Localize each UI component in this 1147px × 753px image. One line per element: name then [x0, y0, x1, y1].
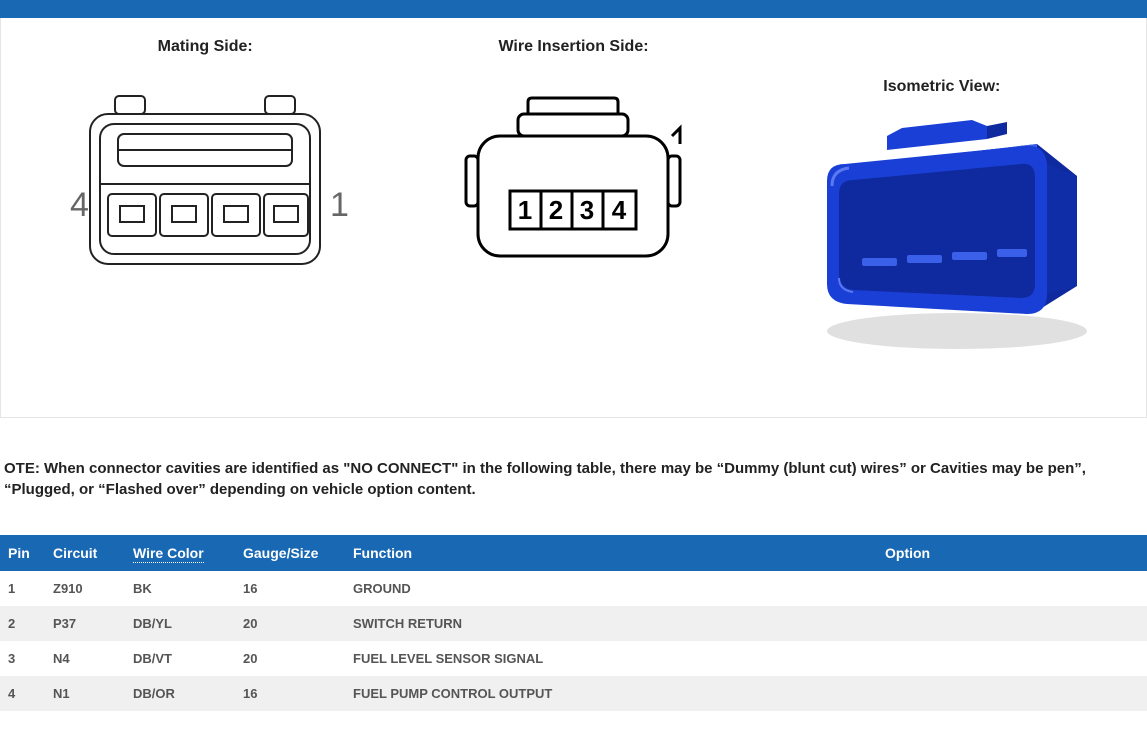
cell-circuit: N4 — [45, 641, 125, 676]
cell-pin: 1 — [0, 571, 45, 606]
header-wire-color[interactable]: Wire Color — [125, 535, 235, 571]
insertion-pin-2: 2 — [549, 195, 563, 225]
cell-function: SWITCH RETURN — [345, 606, 877, 641]
cell-wire-color: BK — [125, 571, 235, 606]
cell-pin: 3 — [0, 641, 45, 676]
pinout-table: Pin Circuit Wire Color Gauge/Size Functi… — [0, 535, 1147, 711]
header-circuit: Circuit — [45, 535, 125, 571]
table-body: 1 Z910 BK 16 GROUND 2 P37 DB/YL 20 SWITC… — [0, 571, 1147, 711]
table-row: 2 P37 DB/YL 20 SWITCH RETURN — [0, 606, 1147, 641]
header-gauge: Gauge/Size — [235, 535, 345, 571]
cell-pin: 2 — [0, 606, 45, 641]
table-row: 4 N1 DB/OR 16 FUEL PUMP CONTROL OUTPUT — [0, 676, 1147, 711]
insertion-side-title: Wire Insertion Side: — [498, 38, 648, 56]
isometric-view-diagram — [777, 106, 1107, 356]
cell-function: FUEL PUMP CONTROL OUTPUT — [345, 676, 877, 711]
cell-gauge: 20 — [235, 641, 345, 676]
cell-function: FUEL LEVEL SENSOR SIGNAL — [345, 641, 877, 676]
header-function: Function — [345, 535, 877, 571]
cell-gauge: 16 — [235, 571, 345, 606]
cell-wire-color: DB/YL — [125, 606, 235, 641]
cell-circuit: Z910 — [45, 571, 125, 606]
header-option: Option — [877, 535, 1147, 571]
cell-gauge: 20 — [235, 606, 345, 641]
cell-gauge: 16 — [235, 676, 345, 711]
insertion-side-diagram: 1 2 3 4 — [448, 96, 698, 276]
cell-option — [877, 571, 1147, 606]
header-pin: Pin — [0, 535, 45, 571]
cell-wire-color: DB/VT — [125, 641, 235, 676]
isometric-view-column: Isometric View: — [768, 38, 1116, 367]
table-row: 3 N4 DB/VT 20 FUEL LEVEL SENSOR SIGNAL — [0, 641, 1147, 676]
insertion-pin-4: 4 — [612, 195, 627, 225]
table-row: 1 Z910 BK 16 GROUND — [0, 571, 1147, 606]
insertion-side-column: Wire Insertion Side: 1 2 3 4 — [399, 38, 747, 367]
mating-pin-label-4: 4 — [70, 186, 89, 224]
cell-circuit: N1 — [45, 676, 125, 711]
table-header-row: Pin Circuit Wire Color Gauge/Size Functi… — [0, 535, 1147, 571]
mating-side-diagram: 4 1 — [40, 86, 370, 286]
cell-option — [877, 606, 1147, 641]
cell-function: GROUND — [345, 571, 877, 606]
insertion-pin-3: 3 — [580, 195, 594, 225]
header-bar — [0, 0, 1147, 18]
mating-side-title: Mating Side: — [158, 38, 253, 56]
isometric-view-title: Isometric View: — [883, 78, 1000, 96]
cell-wire-color: DB/OR — [125, 676, 235, 711]
cell-circuit: P37 — [45, 606, 125, 641]
cell-pin: 4 — [0, 676, 45, 711]
cell-option — [877, 676, 1147, 711]
mating-pin-label-1: 1 — [330, 186, 349, 224]
insertion-pin-1: 1 — [518, 195, 532, 225]
connector-views-panel: Mating Side: — [0, 18, 1147, 418]
connector-note: OTE: When connector cavities are identif… — [0, 458, 1147, 500]
cell-option — [877, 641, 1147, 676]
mating-side-column: Mating Side: — [31, 38, 379, 367]
